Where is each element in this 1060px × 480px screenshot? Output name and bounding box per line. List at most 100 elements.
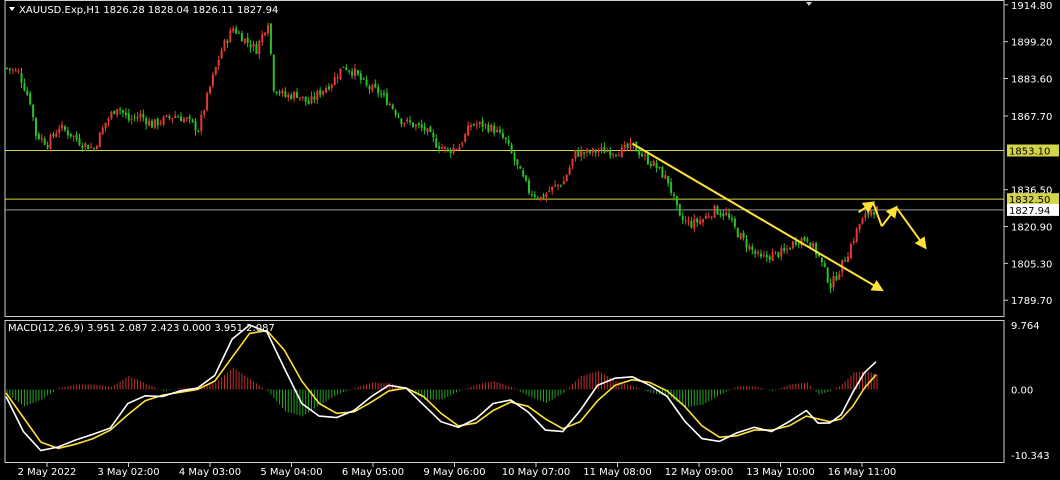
bear-candle: [638, 150, 641, 156]
bear-candle: [873, 212, 876, 215]
bear-candle: [530, 194, 533, 196]
bear-candle: [525, 175, 528, 181]
bull-candle: [496, 129, 499, 133]
bull-candle: [72, 135, 75, 137]
bear-candle: [240, 33, 243, 42]
bull-candle: [90, 146, 93, 148]
bull-candle: [855, 228, 858, 242]
bear-candle: [829, 283, 832, 289]
trading-chart: 1914.801899.201883.601867.701836.501820.…: [0, 0, 1060, 480]
bear-candle: [43, 138, 46, 145]
bull-candle: [55, 133, 58, 137]
bear-candle: [667, 175, 670, 184]
bear-candle: [733, 218, 736, 227]
price-tag-label: 1853.10: [1009, 147, 1050, 158]
bear-candle: [417, 123, 420, 126]
bull-candle: [252, 43, 255, 47]
time-tick-label: 12 May 09:00: [665, 467, 734, 478]
bear-candle: [145, 118, 148, 125]
bear-candle: [493, 125, 496, 133]
bear-candle: [168, 116, 171, 118]
bear-candle: [501, 133, 504, 138]
time-tick-label: 13 May 10:00: [746, 467, 815, 478]
bear-candle: [359, 73, 362, 80]
bear-candle: [446, 148, 449, 150]
bull-candle: [838, 273, 841, 280]
bear-candle: [736, 228, 739, 238]
bear-candle: [789, 248, 791, 250]
bear-candle: [296, 92, 298, 98]
bull-candle: [644, 154, 646, 156]
bear-candle: [87, 144, 90, 150]
bull-candle: [243, 38, 246, 43]
bull-candle: [206, 93, 209, 110]
bull-candle: [116, 108, 119, 115]
macd-header: MACD(12,26,9) 3.951 2.087 2.423 0.000 3.…: [8, 323, 275, 334]
bear-candle: [133, 117, 136, 119]
bull-candle: [414, 124, 417, 127]
bull-candle: [458, 146, 461, 150]
bull-candle: [812, 242, 815, 248]
bear-candle: [23, 83, 26, 91]
time-tick-label: 9 May 06:00: [423, 467, 485, 478]
bear-candle: [655, 162, 658, 169]
bull-candle: [84, 143, 87, 147]
bear-candle: [177, 116, 180, 118]
bull-candle: [287, 94, 290, 98]
bear-candle: [377, 86, 380, 94]
bear-candle: [383, 93, 385, 95]
bull-candle: [684, 220, 687, 222]
bear-candle: [673, 194, 675, 196]
bull-candle: [461, 143, 464, 146]
bear-candle: [835, 276, 838, 281]
bull-candle: [301, 96, 304, 99]
bear-candle: [191, 119, 194, 122]
bull-candle: [159, 123, 162, 125]
bull-candle: [861, 218, 864, 225]
bull-candle: [475, 124, 478, 126]
bull-candle: [652, 161, 655, 167]
bull-candle: [557, 184, 559, 187]
bear-candle: [385, 93, 388, 105]
bear-candle: [26, 90, 29, 95]
macd-tick-label: -10.343: [1011, 451, 1050, 462]
bear-candle: [423, 126, 426, 131]
price-axis[interactable]: 1914.801899.201883.601867.701836.501820.…: [1004, 1, 1059, 307]
bull-candle: [441, 147, 443, 149]
bear-candle: [472, 124, 475, 126]
bear-candle: [820, 257, 823, 263]
bear-candle: [449, 149, 452, 154]
bull-candle: [293, 92, 296, 99]
time-tick-label: 10 May 07:00: [502, 467, 571, 478]
bull-candle: [664, 174, 667, 179]
bear-candle: [765, 254, 768, 258]
bear-candle: [348, 70, 351, 72]
bear-candle: [32, 104, 35, 118]
bear-candle: [536, 197, 539, 199]
bear-candle: [6, 67, 8, 69]
bear-candle: [513, 153, 516, 161]
price-tick-label: 1820.90: [1011, 223, 1052, 234]
bear-candle: [658, 166, 661, 168]
bull-candle: [713, 205, 716, 218]
bear-candle: [844, 260, 847, 262]
bear-candle: [641, 153, 644, 157]
bear-candle: [269, 23, 272, 54]
bull-candle: [467, 125, 470, 136]
bear-candle: [409, 120, 412, 123]
bull-candle: [568, 167, 571, 175]
bull-candle: [693, 218, 696, 229]
bear-candle: [113, 110, 116, 115]
bear-candle: [649, 163, 652, 166]
bear-candle: [75, 134, 78, 140]
bull-candle: [171, 118, 174, 120]
bear-candle: [64, 126, 66, 131]
bear-candle: [119, 109, 122, 111]
bear-candle: [646, 154, 649, 165]
bull-candle: [281, 90, 284, 93]
bear-candle: [794, 241, 797, 245]
bull-candle: [629, 142, 632, 149]
bull-candle: [209, 86, 211, 94]
bull-candle: [336, 77, 339, 79]
bull-candle: [565, 175, 568, 182]
